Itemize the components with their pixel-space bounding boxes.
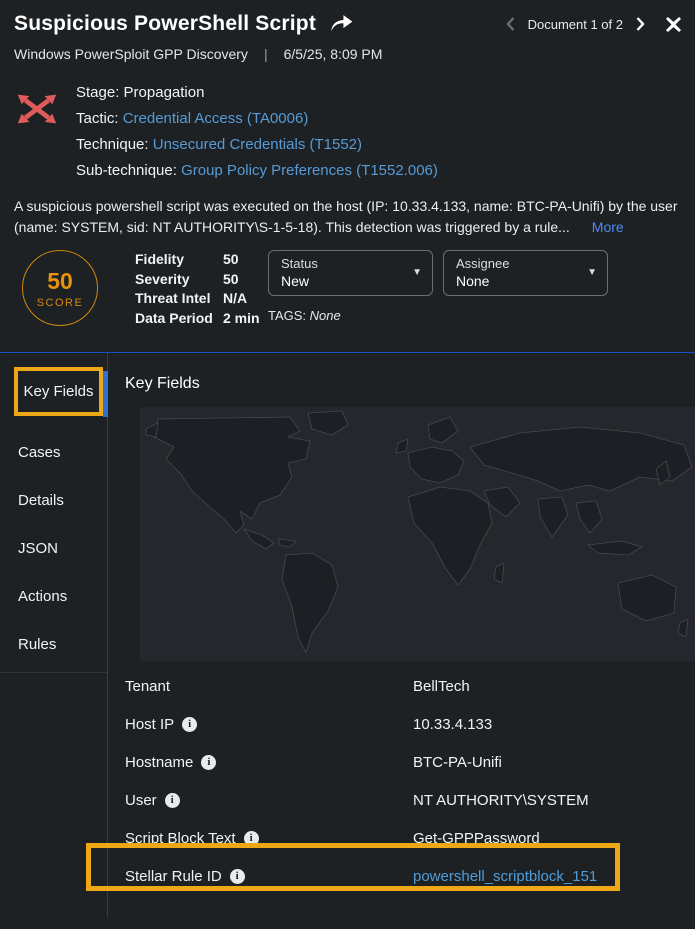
info-icon[interactable]: i: [244, 831, 259, 846]
metric-value: 2 min: [223, 309, 260, 329]
chevron-right-icon[interactable]: [636, 17, 645, 31]
metric-value: N/A: [223, 289, 260, 309]
key-fields-panel: Key Fields: [108, 353, 695, 917]
close-icon[interactable]: [666, 17, 681, 32]
assignee-dropdown[interactable]: Assignee None ▼: [443, 250, 608, 296]
field-row-script-block-text: Script Block Texti Get-GPPPassword: [125, 819, 695, 857]
more-link[interactable]: More: [592, 219, 624, 235]
tags-value: None: [310, 308, 341, 323]
field-row-host-ip: Host IPi 10.33.4.133: [125, 705, 695, 743]
sidebar: Key Fields Cases Details JSON Actions Ru…: [0, 353, 108, 917]
world-map: [140, 407, 695, 661]
info-icon[interactable]: i: [182, 717, 197, 732]
kill-chain-section: Stage: Propagation Tactic: Credential Ac…: [0, 62, 695, 179]
stellar-rule-id-link[interactable]: powershell_scriptblock_151: [413, 868, 597, 885]
doc-nav-label: Document 1 of 2: [528, 17, 623, 32]
metric-label: Threat Intel: [135, 289, 223, 309]
sidebar-item-details[interactable]: Details: [0, 476, 107, 524]
subtitle-separator: |: [264, 46, 268, 62]
field-value-tenant: BellTech: [413, 678, 470, 695]
field-row-tenant: Tenant BellTech: [125, 667, 695, 705]
metric-label: Data Period: [135, 309, 223, 329]
crossed-arrows-icon: [14, 86, 60, 132]
score-section: 50 SCORE Fidelity50 Severity50 Threat In…: [0, 246, 695, 352]
header: Suspicious PowerShell Script Document 1 …: [0, 0, 695, 62]
key-fields-list: Tenant BellTech Host IPi 10.33.4.133 Hos…: [125, 667, 695, 895]
field-row-stellar-rule-id: Stellar Rule IDi powershell_scriptblock_…: [125, 857, 695, 895]
sidebar-item-json[interactable]: JSON: [0, 524, 107, 572]
metric-value: 50: [223, 250, 260, 270]
alert-detail-panel: Suspicious PowerShell Script Document 1 …: [0, 0, 695, 929]
metrics-list: Fidelity50 Severity50 Threat IntelN/A Da…: [135, 250, 260, 328]
tags-line: TAGS: None: [268, 308, 341, 323]
field-value-script-block-text: Get-GPPPassword: [413, 830, 540, 847]
assignee-dropdown-value: None: [456, 273, 581, 289]
alert-description: A suspicious powershell script was execu…: [0, 179, 695, 238]
score-label: SCORE: [37, 297, 84, 309]
info-icon[interactable]: i: [165, 793, 180, 808]
score-value: 50: [47, 268, 73, 295]
alert-timestamp: 6/5/25, 8:09 PM: [284, 46, 383, 62]
technique-line: Technique: Unsecured Credentials (T1552): [76, 136, 438, 153]
subtechnique-link[interactable]: Group Policy Preferences (T1552.006): [181, 162, 438, 179]
stage-line: Stage: Propagation: [76, 84, 438, 101]
status-dropdown-value: New: [281, 273, 406, 289]
tactic-line: Tactic: Credential Access (TA0006): [76, 110, 438, 127]
metric-label: Fidelity: [135, 250, 223, 270]
info-icon[interactable]: i: [201, 755, 216, 770]
technique-link[interactable]: Unsecured Credentials (T1552): [153, 136, 362, 153]
subtechnique-line: Sub-technique: Group Policy Preferences …: [76, 162, 438, 179]
caret-down-icon: ▼: [412, 267, 422, 278]
field-row-user: Useri NT AUTHORITY\SYSTEM: [125, 781, 695, 819]
chevron-left-icon[interactable]: [506, 17, 515, 31]
alert-type-subtitle: Windows PowerSploit GPP Discovery: [14, 46, 248, 62]
field-value-hostname: BTC-PA-Unifi: [413, 754, 502, 771]
metric-label: Severity: [135, 270, 223, 290]
assignee-dropdown-label: Assignee: [456, 256, 581, 271]
status-dropdown[interactable]: Status New ▼: [268, 250, 433, 296]
document-navigation: Document 1 of 2: [506, 17, 681, 32]
status-dropdown-label: Status: [281, 256, 406, 271]
sidebar-divider: [0, 672, 107, 673]
sidebar-item-rules[interactable]: Rules: [0, 620, 107, 668]
share-forward-icon[interactable]: [328, 12, 354, 36]
stage-value: Propagation: [124, 84, 205, 101]
panel-heading: Key Fields: [125, 375, 695, 393]
tactic-link[interactable]: Credential Access (TA0006): [123, 110, 309, 127]
field-row-hostname: Hostnamei BTC-PA-Unifi: [125, 743, 695, 781]
page-title: Suspicious PowerShell Script: [14, 12, 316, 36]
score-badge: 50 SCORE: [22, 250, 98, 326]
sidebar-item-cases[interactable]: Cases: [0, 428, 107, 476]
sidebar-item-key-fields[interactable]: Key Fields: [14, 367, 103, 416]
sidebar-item-actions[interactable]: Actions: [0, 572, 107, 620]
field-value-host-ip: 10.33.4.133: [413, 716, 492, 733]
info-icon[interactable]: i: [230, 869, 245, 884]
field-value-user: NT AUTHORITY\SYSTEM: [413, 792, 589, 809]
metric-value: 50: [223, 270, 260, 290]
caret-down-icon: ▼: [587, 267, 597, 278]
